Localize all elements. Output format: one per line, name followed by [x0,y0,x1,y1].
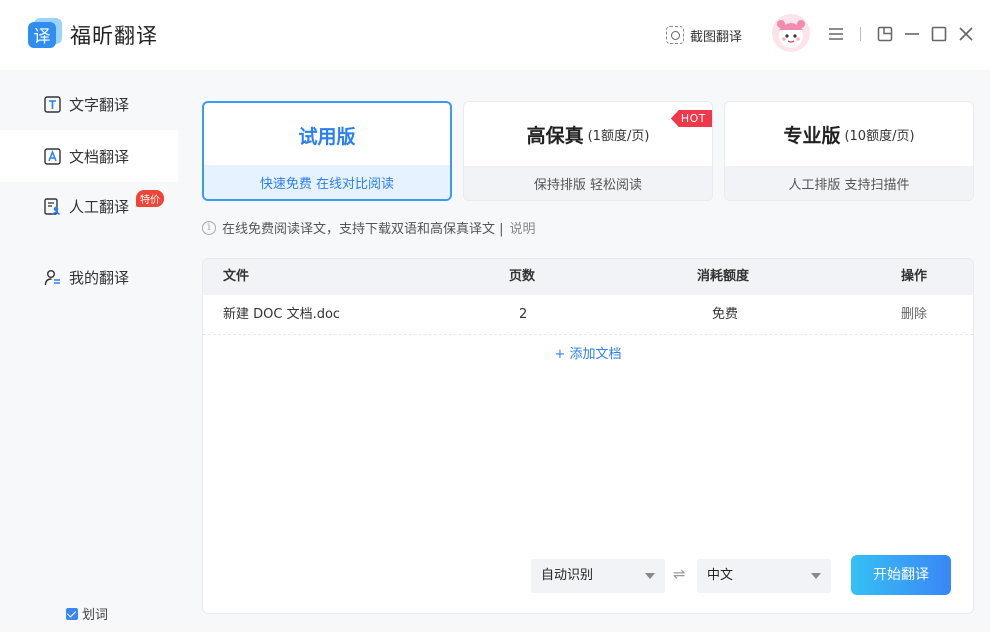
chevron-down-icon [811,573,821,579]
checkbox-checked-icon[interactable] [66,607,78,620]
plan-name: 高保真 [526,125,584,147]
sidebar-item-text-translate[interactable]: 文字翻译 [0,78,178,130]
maximize-icon[interactable] [929,24,949,44]
sidebar-item-label: 人工翻译 [69,197,130,216]
sidebar: 文字翻译 文档翻译 人工翻译 特价 我的翻译 [0,70,178,632]
camera-icon [666,26,684,44]
document-panel: 文件 页数 消耗额度 操作 新建 DOC 文档.doc 2 免费 删除 + 添加… [202,258,974,614]
avatar-icon [777,20,805,48]
column-header-cost: 消耗额度 [697,269,750,284]
info-text: 在线免费阅读译文，支持下载双语和高保真译文 | [222,222,504,237]
column-header-file: 文件 [223,269,250,284]
plan-quota: (1额度/页) [587,129,650,144]
swap-languages-icon[interactable]: ⇌ [673,565,686,583]
column-header-pages: 页数 [509,269,536,284]
source-language-select[interactable]: 自动识别 [531,559,665,593]
sidebar-item-label: 文档翻译 [69,147,130,166]
delete-button[interactable]: 删除 [901,295,927,335]
chevron-down-icon [645,573,655,579]
plan-name: 试用版 [298,126,356,148]
cost-cell: 免费 [712,307,739,322]
plan-subtitle: 保持排版 轻松阅读 [464,166,712,200]
sidebar-item-label: 文字翻译 [69,95,130,114]
word-pick-toggle[interactable]: 划词 [66,604,108,623]
sidebar-item-human-translate[interactable]: 人工翻译 特价 [0,180,178,232]
column-header-action: 操作 [901,269,928,284]
file-name-cell: 新建 DOC 文档.doc [223,307,341,322]
sidebar-item-doc-translate[interactable]: 文档翻译 [0,130,178,182]
pin-window-icon[interactable] [875,24,895,44]
start-translate-button[interactable]: 开始翻译 [851,555,951,595]
target-language-value: 中文 [707,568,734,583]
screenshot-translate-button[interactable]: 截图翻译 [666,24,742,46]
screenshot-translate-label: 截图翻译 [690,29,743,45]
titlebar-divider [860,27,861,41]
hot-badge: HOT [670,110,712,127]
table-row: 新建 DOC 文档.doc 2 免费 删除 [203,295,973,335]
info-notice: i 在线免费阅读译文，支持下载双语和高保真译文 | 说明 [202,218,536,237]
plan-card-trial[interactable]: 试用版 快速免费 在线对比阅读 [202,101,452,201]
doc-translate-icon [44,147,61,165]
main-content: 试用版 快速免费 在线对比阅读 高保真 (1额度/页) 保持排版 轻松阅读 HO… [178,70,990,632]
sidebar-item-my-translate[interactable]: 我的翻译 [0,251,178,303]
plan-card-high-fidelity[interactable]: 高保真 (1额度/页) 保持排版 轻松阅读 HOT [463,101,713,201]
plan-name: 专业版 [783,125,841,147]
page-count-cell: 2 [519,307,528,322]
plan-card-professional[interactable]: 专业版 (10额度/页) 人工排版 支持扫描件 [724,101,974,201]
menu-icon[interactable] [826,24,846,44]
info-explain-link[interactable]: 说明 [510,218,536,237]
special-price-badge: 特价 [136,190,164,207]
avatar[interactable] [772,14,810,52]
plan-subtitle: 快速免费 在线对比阅读 [204,165,450,199]
minimize-icon[interactable] [902,24,922,44]
text-translate-icon [44,95,61,113]
sidebar-item-label: 我的翻译 [69,268,130,287]
source-language-value: 自动识别 [541,568,594,583]
my-translate-icon [44,269,60,285]
title-bar: 译 福昕翻译 截图翻译 [0,0,990,70]
plan-subtitle: 人工排版 支持扫描件 [725,166,973,200]
target-language-select[interactable]: 中文 [697,559,831,593]
app-logo-icon: 译 [28,18,62,48]
word-pick-label: 划词 [82,608,109,623]
add-document-button[interactable]: + 添加文档 [203,335,973,375]
svg-text:译: 译 [34,27,51,47]
human-translate-icon [44,197,61,215]
close-icon[interactable] [956,24,976,44]
app-title: 福昕翻译 [70,24,158,48]
info-icon: i [202,220,216,235]
table-header: 文件 页数 消耗额度 操作 [203,259,973,295]
plan-quota: (10额度/页) [844,129,915,144]
